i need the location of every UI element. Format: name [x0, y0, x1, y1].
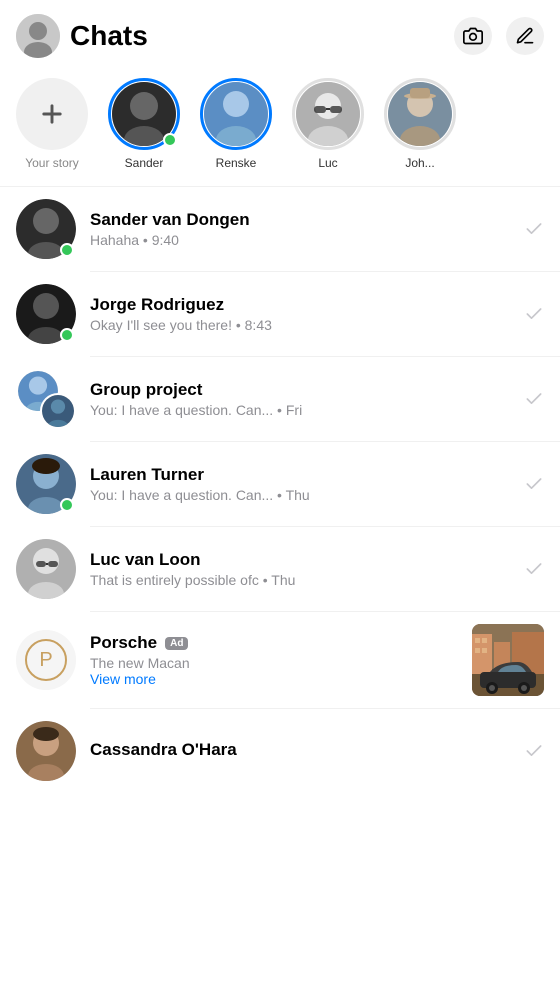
chat-avatar-cassandra — [16, 721, 76, 781]
chat-preview-group: You: I have a question. Can... • Fri — [90, 402, 516, 418]
story-item-joh[interactable]: Joh... — [384, 78, 456, 170]
page-title: Chats — [70, 20, 454, 52]
your-story-label: Your story — [25, 156, 79, 170]
online-indicator-lauren — [60, 498, 74, 512]
online-indicator-sander — [60, 243, 74, 257]
add-story-button[interactable] — [16, 78, 88, 150]
story-avatar-wrap-luc — [292, 78, 364, 150]
chat-meta-cassandra — [524, 741, 544, 761]
chat-avatar-wrap-group — [16, 369, 76, 429]
chat-info-lauren: Lauren Turner You: I have a question. Ca… — [90, 465, 516, 503]
story-avatar-wrap-renske — [200, 78, 272, 150]
chat-meta-jorge — [524, 304, 544, 324]
chat-avatar-wrap-lauren — [16, 454, 76, 514]
online-indicator-jorge — [60, 328, 74, 342]
chat-preview-porsche-line2[interactable]: View more — [90, 671, 462, 687]
chat-avatar-wrap-jorge — [16, 284, 76, 344]
chat-item-cassandra-ohara[interactable]: Cassandra O'Hara — [0, 709, 560, 793]
chat-info-jorge: Jorge Rodriguez Okay I'll see you there!… — [90, 295, 516, 333]
chat-meta-luc — [524, 559, 544, 579]
story-avatar-luc — [296, 82, 360, 146]
compose-button[interactable] — [506, 17, 544, 55]
chat-preview-porsche-line1: The new Macan — [90, 655, 462, 671]
chat-info-luc: Luc van Loon That is entirely possible o… — [90, 550, 516, 588]
story-item-renske[interactable]: Renske — [200, 78, 272, 170]
story-label-luc: Luc — [318, 156, 337, 170]
chat-item-porsche-ad[interactable]: P Porsche Ad The new Macan View more — [0, 612, 560, 708]
svg-text:P: P — [39, 649, 52, 671]
chat-name-cassandra: Cassandra O'Hara — [90, 740, 516, 760]
online-dot-sander — [163, 133, 177, 147]
story-item-luc[interactable]: Luc — [292, 78, 364, 170]
chat-avatar-porsche: P — [16, 630, 76, 690]
chat-meta-sander — [524, 219, 544, 239]
story-avatar-wrap-sander — [108, 78, 180, 150]
chat-avatar-wrap-porsche: P — [16, 630, 76, 690]
chat-preview-jorge: Okay I'll see you there! • 8:43 — [90, 317, 516, 333]
chat-name-porsche: Porsche — [90, 633, 157, 653]
chat-preview-luc: That is entirely possible ofc • Thu — [90, 572, 516, 588]
chat-avatar-luc — [16, 539, 76, 599]
chat-meta-lauren — [524, 474, 544, 494]
story-label-sander: Sander — [125, 156, 164, 170]
chat-item-jorge-rodriguez[interactable]: Jorge Rodriguez Okay I'll see you there!… — [0, 272, 560, 356]
chat-name-wrap-porsche: Porsche Ad — [90, 633, 462, 653]
camera-button[interactable] — [454, 17, 492, 55]
header-actions — [454, 17, 544, 55]
story-label-renske: Renske — [216, 156, 257, 170]
chat-name-jorge: Jorge Rodriguez — [90, 295, 516, 315]
chat-item-sander-van-dongen[interactable]: Sander van Dongen Hahaha • 9:40 — [0, 187, 560, 271]
chat-avatar-wrap-sander — [16, 199, 76, 259]
chat-meta-group — [524, 389, 544, 409]
chat-preview-sander: Hahaha • 9:40 — [90, 232, 516, 248]
group-avatar-2 — [40, 393, 76, 429]
story-label-joh: Joh... — [405, 156, 434, 170]
chat-info-cassandra: Cassandra O'Hara — [90, 740, 516, 762]
chat-name-group: Group project — [90, 380, 516, 400]
chat-name-lauren: Lauren Turner — [90, 465, 516, 485]
story-avatar-joh — [388, 82, 452, 146]
user-avatar[interactable] — [16, 14, 60, 58]
chat-item-lauren-turner[interactable]: Lauren Turner You: I have a question. Ca… — [0, 442, 560, 526]
ad-badge: Ad — [165, 637, 188, 650]
chat-item-group-project[interactable]: Group project You: I have a question. Ca… — [0, 357, 560, 441]
chat-avatar-wrap-luc — [16, 539, 76, 599]
chat-list: Sander van Dongen Hahaha • 9:40 Jorge Ro… — [0, 187, 560, 793]
story-item-sander[interactable]: Sander — [108, 78, 180, 170]
chat-name-sander: Sander van Dongen — [90, 210, 516, 230]
chat-avatar-group — [16, 369, 76, 429]
chat-info-sander: Sander van Dongen Hahaha • 9:40 — [90, 210, 516, 248]
ad-image-porsche — [472, 624, 544, 696]
story-item-your-story[interactable]: Your story — [16, 78, 88, 170]
chat-item-luc-van-loon[interactable]: Luc van Loon That is entirely possible o… — [0, 527, 560, 611]
chat-avatar-wrap-cassandra — [16, 721, 76, 781]
story-avatar-wrap-joh — [384, 78, 456, 150]
story-avatar-renske — [204, 82, 268, 146]
chat-info-porsche: Porsche Ad The new Macan View more — [90, 633, 462, 687]
chat-name-luc: Luc van Loon — [90, 550, 516, 570]
chat-info-group: Group project You: I have a question. Ca… — [90, 380, 516, 418]
chat-preview-lauren: You: I have a question. Can... • Thu — [90, 487, 516, 503]
stories-strip: Your story Sander — [0, 68, 560, 186]
header: Chats — [0, 0, 560, 68]
